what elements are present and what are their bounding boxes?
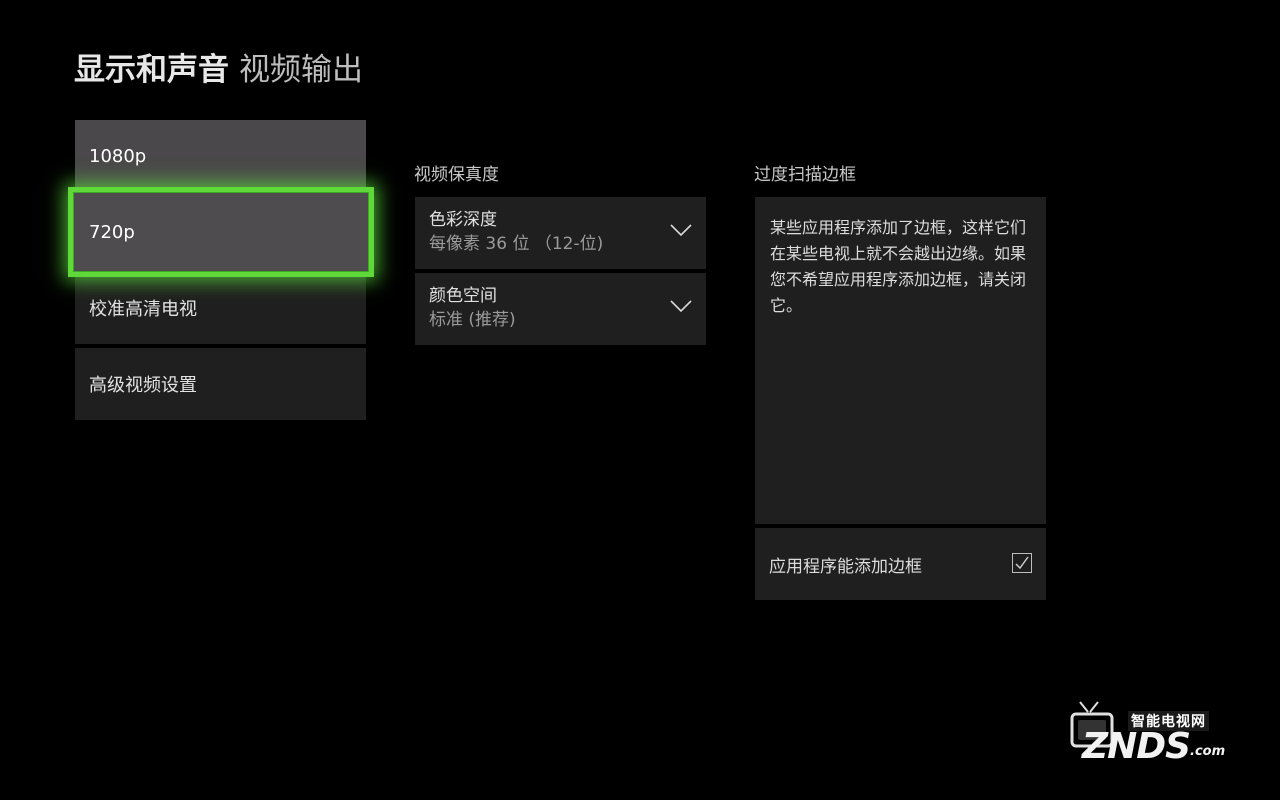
overscan-description: 某些应用程序添加了边框，这样它们在某些电视上就不会越出边缘。如果您不希望应用程序… [755, 197, 1046, 524]
menu-item-advanced-video[interactable]: 高级视频设置 [75, 348, 366, 420]
checkmark-icon [1015, 556, 1029, 570]
chevron-down-icon [670, 224, 692, 237]
color-depth-dropdown[interactable]: 色彩深度 每像素 36 位 （12-位) [415, 197, 706, 269]
overscan-description-text: 某些应用程序添加了边框，这样它们在某些电视上就不会越出边缘。如果您不希望应用程序… [770, 218, 1027, 315]
menu-item-720p-focused[interactable]: 720p [68, 187, 374, 277]
allow-app-borders-label: 应用程序能添加边框 [769, 556, 922, 577]
menu-item-label: 720p [89, 221, 135, 243]
menu-item-1080p[interactable]: 1080p [75, 120, 366, 192]
watermark-domain: .com [1190, 744, 1226, 759]
menu-item-calibrate-tv[interactable]: 校准高清电视 [75, 272, 366, 344]
watermark-logo: ZNDS [1082, 726, 1191, 767]
page-title-main: 显示和声音 [74, 52, 229, 88]
color-depth-label: 色彩深度 [429, 210, 497, 230]
color-space-value: 标准 (推荐) [429, 310, 516, 330]
overscan-header: 过度扫描边框 [754, 165, 856, 185]
color-depth-value: 每像素 36 位 （12-位) [429, 234, 604, 254]
menu-item-label: 1080p [89, 145, 147, 167]
page-title-sub: 视频输出 [239, 52, 363, 88]
color-space-label: 颜色空间 [429, 286, 497, 306]
menu-item-label: 校准高清电视 [89, 299, 197, 320]
color-space-dropdown[interactable]: 颜色空间 标准 (推荐) [415, 273, 706, 345]
video-fidelity-header: 视频保真度 [414, 165, 499, 185]
chevron-down-icon [670, 300, 692, 313]
allow-app-borders-toggle[interactable]: 应用程序能添加边框 [755, 528, 1046, 600]
znds-watermark: 智能电视网 ZNDS .com [1068, 698, 1238, 772]
page-title: 显示和声音 视频输出 [74, 50, 363, 90]
menu-item-label: 高级视频设置 [89, 375, 197, 396]
checkbox[interactable] [1012, 553, 1032, 573]
video-output-screen: 显示和声音 视频输出 1080p 校准高清电视 高级视频设置 720p 视频保真度… [0, 0, 1280, 800]
